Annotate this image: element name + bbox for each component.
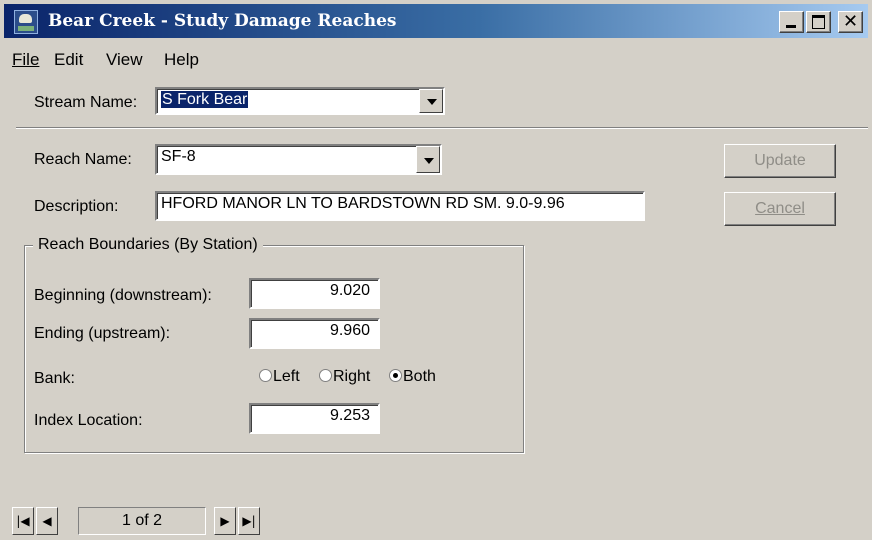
first-record-button[interactable]: |◀ xyxy=(12,507,34,535)
menu-view[interactable]: View xyxy=(106,50,143,70)
menu-help[interactable]: Help xyxy=(164,50,199,70)
bank-both-radio[interactable] xyxy=(389,369,402,382)
bank-both-label: Both xyxy=(403,368,436,385)
cancel-button-label: Cancel xyxy=(755,200,805,217)
description-label: Description: xyxy=(34,198,119,215)
stream-name-combobox[interactable]: S Fork Bear xyxy=(155,87,445,115)
bank-left-radio[interactable] xyxy=(259,369,272,382)
menu-file[interactable]: File xyxy=(12,50,39,70)
stream-name-value: S Fork Bear xyxy=(161,91,249,108)
close-button[interactable]: ✕ xyxy=(838,11,863,33)
menu-edit-label: Edit xyxy=(54,50,84,69)
first-record-icon: |◀ xyxy=(16,514,30,528)
section-divider xyxy=(16,127,868,129)
app-window: Bear Creek - Study Damage Reaches ✕ File… xyxy=(0,0,872,540)
update-button[interactable]: Update xyxy=(724,144,836,178)
bank-label: Bank: xyxy=(34,370,75,387)
ending-label: Ending (upstream): xyxy=(34,325,171,342)
menu-help-label: Help xyxy=(164,50,199,69)
ending-field[interactable]: 9.960 xyxy=(249,318,380,349)
description-field[interactable]: HFORD MANOR LN TO BARDSTOWN RD SM. 9.0-9… xyxy=(155,191,645,221)
reach-boundaries-legend: Reach Boundaries (By Station) xyxy=(33,236,263,254)
app-icon[interactable] xyxy=(14,10,38,34)
title-bar[interactable]: Bear Creek - Study Damage Reaches ✕ xyxy=(4,4,868,38)
next-record-icon: ▶ xyxy=(220,514,230,528)
window-title: Bear Creek - Study Damage Reaches xyxy=(48,11,397,31)
close-icon: ✕ xyxy=(842,11,859,32)
chevron-down-icon[interactable] xyxy=(416,146,440,173)
reach-name-combobox[interactable]: SF-8 xyxy=(155,144,442,175)
bank-right-label: Right xyxy=(333,368,371,385)
menu-edit[interactable]: Edit xyxy=(54,50,83,70)
beginning-label: Beginning (downstream): xyxy=(34,287,212,304)
cancel-button[interactable]: Cancel xyxy=(724,192,836,226)
chevron-down-icon[interactable] xyxy=(419,89,443,113)
minimize-button[interactable] xyxy=(779,11,804,33)
menu-file-label: File xyxy=(12,50,40,69)
menu-view-label: View xyxy=(106,50,143,69)
bank-right-radio[interactable] xyxy=(319,369,332,382)
reach-name-value: SF-8 xyxy=(161,148,196,165)
maximize-button[interactable] xyxy=(806,11,831,33)
previous-record-icon: ◀ xyxy=(42,514,52,528)
last-record-button[interactable]: ▶| xyxy=(238,507,260,535)
bank-left-label: Left xyxy=(273,368,300,385)
index-location-field[interactable]: 9.253 xyxy=(249,403,380,434)
index-location-label: Index Location: xyxy=(34,412,143,429)
last-record-icon: ▶| xyxy=(242,514,256,528)
stream-name-label: Stream Name: xyxy=(34,94,138,111)
record-position: 1 of 2 xyxy=(78,507,206,535)
reach-name-label: Reach Name: xyxy=(34,151,132,168)
previous-record-button[interactable]: ◀ xyxy=(36,507,58,535)
beginning-field[interactable]: 9.020 xyxy=(249,278,380,309)
next-record-button[interactable]: ▶ xyxy=(214,507,236,535)
